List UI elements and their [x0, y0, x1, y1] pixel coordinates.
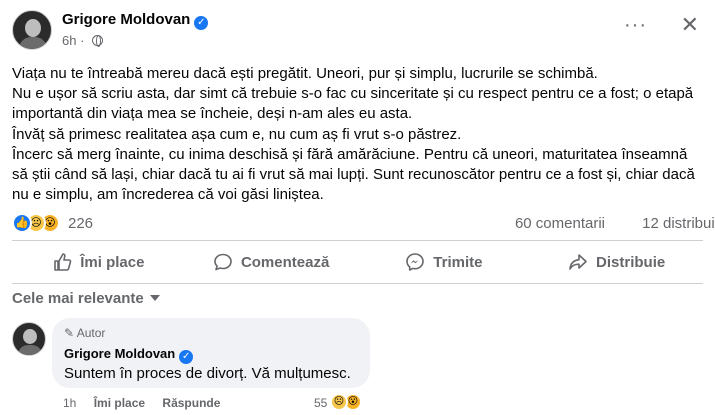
post-text: Viața nu te întreabă mereu dacă ești pre…: [12, 64, 712, 205]
pencil-icon: ✎: [64, 326, 75, 340]
post-line: Încerc să merg înainte, cu inima deschis…: [12, 145, 688, 163]
comment-sort-label: Cele mai relevante: [12, 290, 144, 307]
author-badge-label: Autor: [76, 326, 106, 340]
comment-author-name[interactable]: Grigore Moldovan: [64, 346, 175, 361]
comment-button-label: Comentează: [240, 253, 330, 271]
thumbs-up-icon: [52, 252, 72, 272]
commenter-avatar[interactable]: [12, 322, 46, 356]
comment-text: Suntem în proces de divorț. Vă mulțumesc…: [64, 365, 351, 382]
comment-author[interactable]: Grigore Moldovan ✓: [64, 346, 194, 364]
comment-time[interactable]: 1h: [63, 396, 76, 410]
comments-count[interactable]: 60 comentarii: [515, 215, 605, 232]
verified-badge-icon: ✓: [179, 350, 194, 364]
post-line: importantă din viața mea se încheie, deș…: [12, 105, 413, 123]
reactions-bar: 👍 ☹ 😮 226 60 comentarii 12 distribuiri: [12, 212, 715, 236]
like-button[interactable]: Îmi place: [12, 244, 185, 280]
comment-sort-dropdown[interactable]: Cele mai relevante: [12, 290, 160, 307]
author-badge: ✎ Autor: [64, 326, 105, 340]
sad-icon: ☹: [330, 393, 348, 411]
post-line: Învăț să primesc realitatea așa cum e, n…: [12, 125, 462, 143]
share-icon: [568, 252, 588, 272]
post-author[interactable]: Grigore Moldovan ✓: [62, 11, 209, 30]
post-line: Viața nu te întreabă mereu dacă ești pre…: [12, 65, 598, 82]
author-avatar[interactable]: [12, 10, 52, 50]
comment-button[interactable]: Comentează: [185, 244, 358, 280]
reaction-count[interactable]: 226: [68, 215, 93, 232]
divider: [12, 283, 703, 284]
post-line: nu e simplu, am încrederea că voi găsi l…: [12, 186, 324, 204]
comment-icon: [213, 252, 233, 272]
comment-like-button[interactable]: Îmi place: [94, 396, 145, 410]
shares-count[interactable]: 12 distribuiri: [642, 215, 715, 232]
more-options-icon[interactable]: ···: [624, 14, 647, 37]
post-actions: Îmi place Comentează Trimite Distribuie: [12, 244, 703, 280]
comment-meta: 1h Îmi place Răspunde: [63, 396, 234, 410]
comment-bubble: ✎ Autor Grigore Moldovan ✓ Suntem în proc…: [52, 318, 370, 388]
verified-badge-icon: ✓: [194, 16, 209, 30]
post-author-name[interactable]: Grigore Moldovan: [62, 11, 190, 28]
share-button[interactable]: Distribuie: [530, 244, 703, 280]
divider: [12, 240, 703, 241]
messenger-icon: [405, 252, 425, 272]
like-button-label: Îmi place: [80, 253, 145, 271]
post-line: să știi când să lași, chiar dacă tu ai f…: [12, 166, 695, 184]
post-meta: 6h ·: [62, 33, 104, 48]
send-button[interactable]: Trimite: [358, 244, 531, 280]
post-time[interactable]: 6h: [62, 33, 76, 48]
share-button-label: Distribuie: [596, 253, 666, 271]
send-button-label: Trimite: [433, 253, 483, 271]
post-line: Nu e ușor să scriu asta, dar simt că tre…: [12, 85, 694, 103]
like-icon: 👍: [12, 213, 32, 233]
globe-icon: [92, 35, 104, 47]
caret-down-icon: [149, 295, 160, 301]
comment-reply-button[interactable]: Răspunde: [162, 396, 220, 410]
post-header: Grigore Moldovan ✓ 6h · ··· ✕: [12, 8, 703, 52]
close-icon[interactable]: ✕: [681, 12, 699, 38]
comment-reaction-count: 55: [314, 396, 328, 410]
